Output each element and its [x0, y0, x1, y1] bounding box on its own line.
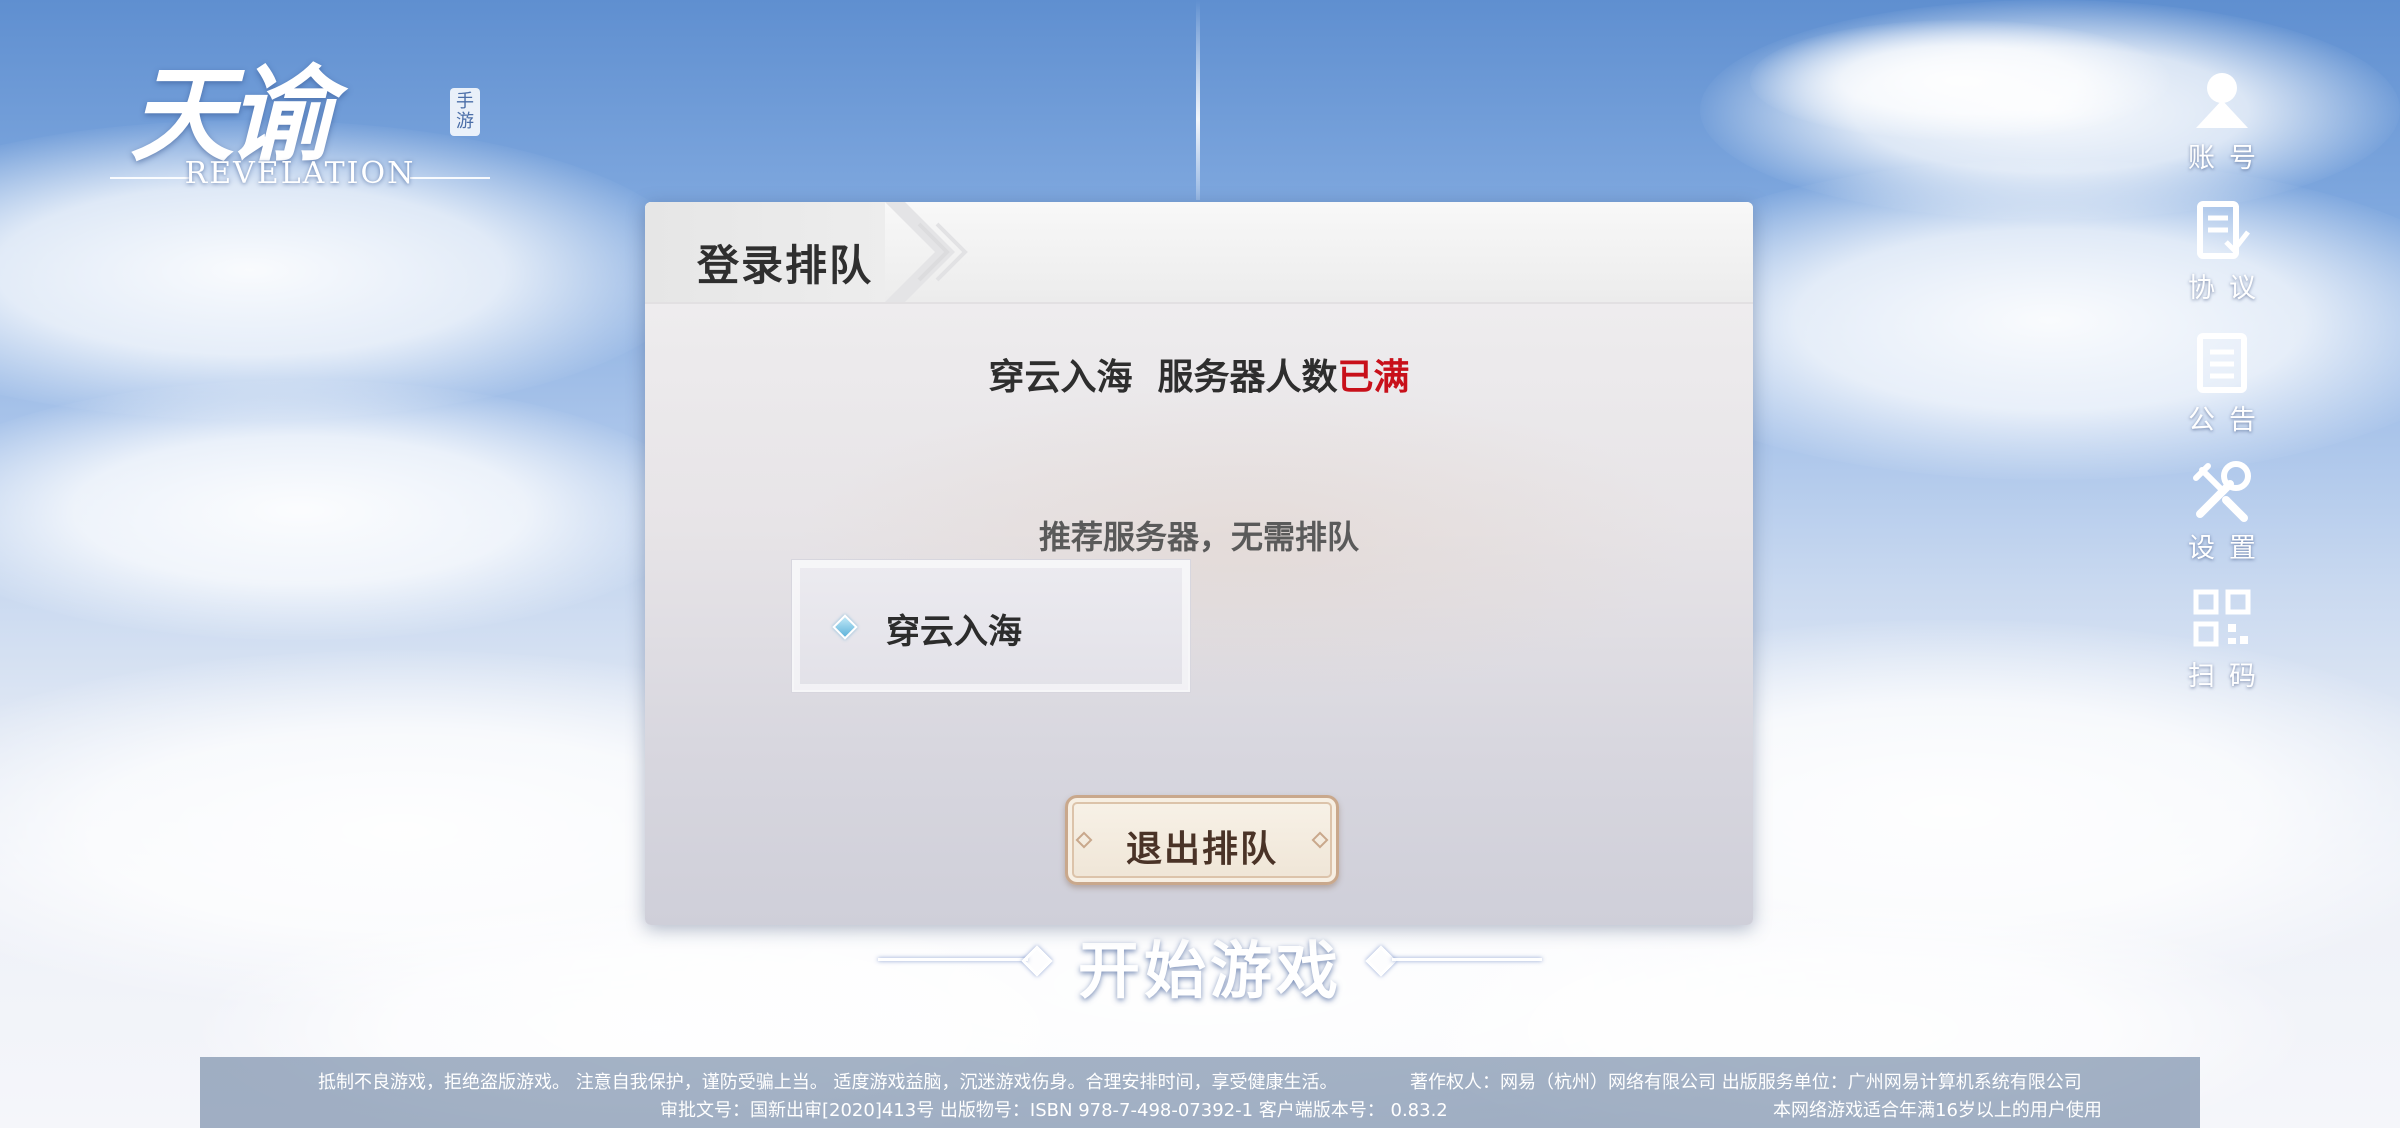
footer-approval: 审批文号：国新出审[2020]413号 出版物号：ISBN 978-7-498-…: [660, 1100, 1448, 1121]
account-icon: [2196, 73, 2248, 128]
sidebar-label-notice: 公告: [2188, 405, 2270, 436]
sidebar-item-agreement[interactable]: 协议: [2172, 200, 2272, 310]
sidebar-item-settings[interactable]: 设置: [2172, 460, 2272, 570]
recommend-label: 推荐服务器，无需排队: [1038, 518, 1359, 556]
sidebar-label-account: 账号: [2188, 143, 2270, 174]
queue-status: 穿云入海 服务器人数已满: [645, 348, 1753, 400]
quit-queue-button[interactable]: 退出排队: [1065, 795, 1339, 885]
game-logo: 天谕 手游 REVELATION: [110, 30, 500, 200]
qr-code-icon: [2193, 589, 2251, 647]
sidebar-label-scan: 扫码: [2188, 661, 2270, 692]
footer-copyright: 著作权人：网易（杭州）网络有限公司 出版服务单位：广州网易计算机系统有限公司: [1410, 1072, 2082, 1093]
settings-icon: [2193, 461, 2251, 522]
footer-health-advice: 抵制不良游戏，拒绝盗版游戏。 注意自我保护，谨防受骗上当。 适度游戏益脑，沉迷游…: [318, 1072, 1338, 1093]
logo-mobile-tag: 手游: [450, 88, 480, 136]
status-full-badge: 已满: [1337, 357, 1410, 398]
sidebar-item-account[interactable]: 账号: [2172, 70, 2272, 180]
login-queue-dialog: 登录排队 穿云入海 服务器人数已满 推荐服务器，无需排队 穿云入海 退出排队: [645, 202, 1753, 925]
start-game-line-right: [1392, 958, 1542, 961]
agreement-icon: [2197, 201, 2250, 259]
game-login-screen: 天谕 手游 REVELATION 账号 协议 公告 设置 扫码 开始游戏 抵制不…: [0, 0, 2400, 1128]
logo-title-en: REVELATION: [184, 156, 416, 191]
quit-queue-label: 退出排队: [1125, 829, 1278, 870]
footer-age-rating: 本网络游戏适合年满16岁以上的用户使用: [1773, 1100, 2102, 1121]
recommended-server-name: 穿云入海: [886, 612, 1022, 652]
dialog-header: 登录排队: [645, 202, 1753, 304]
header-chevrons-icon: [885, 202, 968, 302]
light-beam: [1196, 0, 1200, 200]
status-text: 服务器人数: [1157, 357, 1338, 398]
status-server-name: 穿云入海: [988, 357, 1133, 398]
sidebar-item-notice[interactable]: 公告: [2172, 332, 2272, 442]
dialog-title: 登录排队: [697, 241, 874, 290]
start-game-label: 开始游戏: [1077, 934, 1342, 1007]
server-diamond-icon: [832, 614, 858, 640]
recommended-server-card[interactable]: 穿云入海: [792, 560, 1190, 692]
start-game-button[interactable]: 开始游戏: [870, 920, 1550, 1007]
sidebar-item-scan[interactable]: 扫码: [2172, 588, 2272, 698]
notice-icon: [2197, 333, 2247, 393]
footer-notice: 抵制不良游戏，拒绝盗版游戏。 注意自我保护，谨防受骗上当。 适度游戏益脑，沉迷游…: [200, 1057, 2200, 1128]
sidebar-label-agreement: 协议: [2188, 273, 2270, 304]
sidebar-label-settings: 设置: [2188, 533, 2270, 564]
